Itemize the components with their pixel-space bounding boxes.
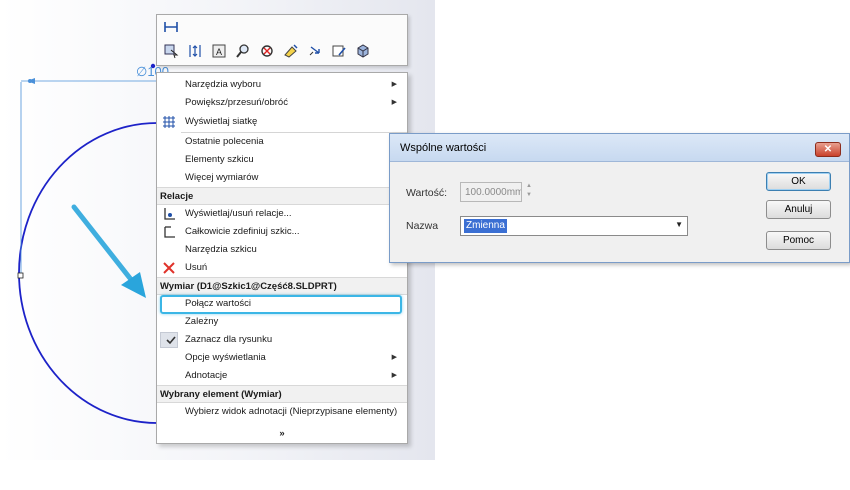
context-menu: Narzędzia wyboru ▶ Powiększ/przesuń/obró… [156, 72, 408, 444]
delete-icon [163, 262, 175, 274]
check-icon[interactable] [331, 43, 347, 59]
value-spinner-icon[interactable]: ▲ ▼ [524, 182, 534, 202]
menu-item-select-annotation-view[interactable]: Wybierz widok adnotacji (Nieprzypisane e… [157, 403, 407, 421]
tools-icon[interactable] [259, 43, 275, 59]
value-label: Wartość: [406, 187, 448, 199]
menu-item-zoom-pan[interactable]: Powiększ/przesuń/obróć ▶ [157, 94, 407, 112]
menu-expand-chevron-icon[interactable]: » [157, 425, 407, 443]
menu-item-label: Więcej wymiarów [185, 172, 259, 183]
dimension-end-point [28, 79, 32, 83]
menu-item-mark-for-drawing[interactable]: Zaznacz dla rysunku [157, 331, 407, 349]
menu-item-more-dimensions[interactable]: Więcej wymiarów [157, 169, 407, 187]
view-icon[interactable] [355, 43, 371, 59]
pointer-arrow-head [121, 272, 146, 298]
menu-item-show-grid[interactable]: Wyświetlaj siatkę [157, 113, 407, 131]
smart-dimension-icon[interactable] [163, 19, 179, 35]
menu-item-sketch-tools[interactable]: Narzędzia szkicu [157, 241, 407, 259]
relations-icon [164, 208, 175, 220]
name-selected-text[interactable]: Zmienna [464, 219, 507, 233]
menu-item-label: Ostatnie polecenia [185, 136, 264, 147]
menu-item-label: Całkowicie zdefiniuj szkic... [185, 226, 300, 237]
menu-item-show-relations[interactable]: Wyświetlaj/usuń relacje... [157, 205, 407, 223]
help-button[interactable]: Pomoc [766, 231, 831, 250]
menu-item-label: Elementy szkicu [185, 154, 254, 165]
menu-section-dimension: Wymiar (D1@Szkic1@Część8.SLDPRT) [157, 277, 407, 295]
menu-item-label: Zaznacz dla rysunku [185, 334, 273, 345]
sketch-point-left[interactable] [17, 272, 24, 279]
menu-item-recent-commands[interactable]: Ostatnie polecenia [157, 133, 407, 151]
dialog-title[interactable]: Wspólne wartości [390, 134, 849, 162]
zoom-icon[interactable] [235, 43, 251, 59]
dialog-close-button[interactable]: ✕ [815, 142, 841, 157]
svg-text:A: A [216, 47, 222, 57]
menu-section-selected-entity: Wybrany element (Wymiar) [157, 385, 407, 403]
menu-item-label: Narzędzia wyboru [185, 79, 262, 90]
link-values-highlight [160, 295, 402, 314]
context-toolbar: A [156, 14, 408, 66]
menu-item-driven[interactable]: Zależny [157, 313, 407, 331]
menu-item-label: Zależny [185, 316, 219, 327]
submenu-arrow-icon: ▶ [391, 372, 397, 379]
menu-item-label: Powiększ/przesuń/obróć [185, 97, 288, 108]
menu-item-annotations[interactable]: Adnotacje ▶ [157, 367, 407, 385]
chevron-down-icon[interactable]: ▼ [675, 220, 683, 229]
menu-item-label: Wyświetlaj siatkę [185, 116, 258, 127]
ok-button[interactable]: OK [766, 172, 831, 191]
menu-item-delete[interactable]: Usuń [157, 259, 407, 277]
note-icon[interactable]: A [211, 43, 227, 59]
grid-icon [163, 116, 175, 128]
submenu-arrow-icon: ▶ [391, 81, 397, 88]
checkmark-icon [166, 336, 176, 345]
name-label: Nazwa [406, 220, 439, 232]
menu-item-label: Adnotacje [185, 370, 228, 381]
section-label: Relacje [160, 191, 194, 202]
value-field[interactable] [460, 182, 522, 202]
menu-item-label: Wyświetlaj/usuń relacje... [185, 208, 292, 219]
menu-item-label: Narzędzia szkicu [185, 244, 257, 255]
section-label: Wybrany element (Wymiar) [160, 389, 282, 400]
menu-item-label: Opcje wyświetlania [185, 352, 266, 363]
sketch-circle[interactable] [18, 122, 158, 424]
undo-icon[interactable] [307, 43, 323, 59]
pointer-arrow-annotation [71, 204, 136, 285]
submenu-arrow-icon: ▶ [391, 354, 397, 361]
select-icon[interactable] [163, 43, 179, 59]
menu-item-selection-tools[interactable]: Narzędzia wyboru ▶ [157, 76, 407, 94]
menu-item-sketch-entities[interactable]: Elementy szkicu [157, 151, 407, 169]
cancel-button[interactable]: Anuluj [766, 200, 831, 219]
screenshot-canvas: ∅100 A Narzędzia wyboru ▶ Powiększ/przes… [0, 0, 850, 490]
menu-item-fully-define[interactable]: Całkowicie zdefiniuj szkic... [157, 223, 407, 241]
name-combobox[interactable]: Zmienna ▼ [460, 216, 688, 236]
menu-item-label: Usuń [185, 262, 208, 273]
menu-item-display-options[interactable]: Opcje wyświetlania ▶ [157, 349, 407, 367]
submenu-arrow-icon: ▶ [391, 99, 397, 106]
sketch-icon[interactable] [283, 43, 299, 59]
fully-define-icon [164, 226, 175, 238]
menu-item-label: Wybierz widok adnotacji (Nieprzypisane e… [185, 406, 398, 417]
align-icon[interactable] [187, 43, 203, 59]
section-label: Wymiar (D1@Szkic1@Część8.SLDPRT) [160, 281, 337, 292]
menu-section-relations: Relacje [157, 187, 407, 205]
